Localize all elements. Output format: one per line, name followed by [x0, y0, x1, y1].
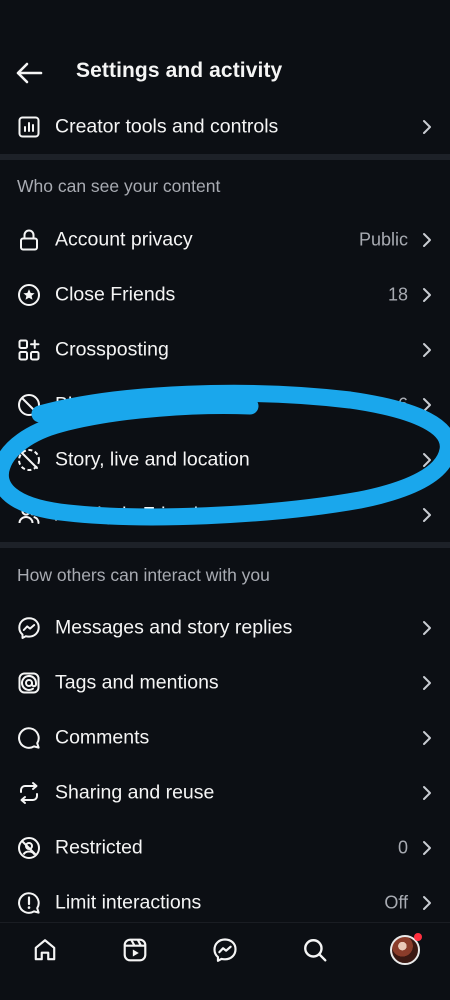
settings-item-value: Public	[358, 229, 408, 249]
settings-item-label: Activity in Friends	[55, 503, 208, 525]
home-icon	[34, 939, 56, 961]
reels-icon	[123, 938, 147, 962]
bottom-nav	[0, 922, 450, 978]
settings-item-story-live-location[interactable]: Story, live and location	[0, 432, 450, 487]
users-icon	[16, 502, 42, 528]
notification-dot	[414, 933, 422, 941]
section-title: How others can interact with you	[17, 565, 270, 585]
section-divider	[0, 542, 450, 548]
lock-icon	[16, 227, 42, 253]
settings-item-label: Crossposting	[55, 338, 169, 360]
story-off-icon	[16, 447, 42, 473]
nav-search-button[interactable]	[298, 933, 332, 967]
settings-item-label: Comments	[55, 726, 150, 748]
nav-home-button[interactable]	[28, 933, 62, 967]
settings-item-label: Close Friends	[55, 283, 176, 305]
chevron-right-icon	[420, 341, 434, 359]
settings-item-close-friends[interactable]: Close Friends 18	[0, 267, 450, 322]
settings-item-value: 18	[387, 284, 408, 304]
settings-item-label: Messages and story replies	[55, 616, 293, 638]
settings-item-messages-story-replies[interactable]: Messages and story replies	[0, 600, 450, 655]
arrow-left-icon	[16, 62, 43, 84]
settings-item-label: Sharing and reuse	[55, 781, 215, 803]
at-sign-icon	[16, 670, 42, 696]
chevron-right-icon	[420, 231, 434, 249]
settings-item-sharing-reuse[interactable]: Sharing and reuse	[0, 765, 450, 820]
section-title: Who can see your content	[17, 176, 221, 196]
settings-item-activity-in-friends[interactable]: Activity in Friends	[0, 487, 450, 542]
share-reuse-icon	[16, 780, 42, 806]
page-title: Settings and activity	[76, 59, 283, 82]
messenger-icon	[16, 615, 42, 641]
settings-item-label: Creator tools and controls	[55, 115, 279, 137]
header: Settings and activity	[0, 40, 450, 104]
chevron-right-icon	[420, 674, 434, 692]
messenger-icon	[213, 938, 237, 962]
settings-item-tags-mentions[interactable]: Tags and mentions	[0, 655, 450, 710]
chevron-right-icon	[420, 286, 434, 304]
settings-item-value: Off	[384, 892, 408, 912]
chevron-right-icon	[420, 396, 434, 414]
settings-item-label: Account privacy	[55, 228, 193, 250]
settings-item-label: Tags and mentions	[55, 671, 219, 693]
star-circle-icon	[16, 282, 42, 308]
blocked-icon	[16, 392, 42, 418]
chevron-right-icon	[420, 619, 434, 637]
limit-icon	[16, 890, 42, 916]
chart-bar-icon	[16, 114, 42, 140]
settings-item-blocked[interactable]: Blo 6	[0, 377, 450, 432]
back-button[interactable]	[12, 56, 46, 90]
search-icon	[304, 939, 327, 962]
settings-item-label: Restricted	[55, 836, 143, 858]
chevron-right-icon	[420, 894, 434, 912]
settings-item-account-privacy[interactable]: Account privacy Public	[0, 212, 450, 267]
chevron-right-icon	[420, 729, 434, 747]
settings-item-comments[interactable]: Comments	[0, 710, 450, 765]
chevron-right-icon	[420, 506, 434, 524]
settings-item-creator-tools[interactable]: Creator tools and controls	[0, 99, 450, 154]
chevron-right-icon	[420, 451, 434, 469]
restricted-icon	[16, 835, 42, 861]
comment-icon	[16, 725, 42, 751]
section-divider	[0, 154, 450, 160]
settings-item-label: Limit interactions	[55, 891, 202, 913]
settings-item-value: 6	[397, 394, 408, 414]
nav-reels-button[interactable]	[118, 933, 152, 967]
settings-item-crossposting[interactable]: Crossposting	[0, 322, 450, 377]
settings-item-label: Story, live and location	[55, 448, 250, 470]
settings-item-value: 0	[397, 837, 408, 857]
settings-item-label: Blo	[55, 393, 84, 415]
chevron-right-icon	[420, 118, 434, 136]
chevron-right-icon	[420, 839, 434, 857]
nav-messenger-button[interactable]	[208, 933, 242, 967]
grid-plus-icon	[16, 337, 42, 363]
settings-item-restricted[interactable]: Restricted 0	[0, 820, 450, 875]
chevron-right-icon	[420, 784, 434, 802]
